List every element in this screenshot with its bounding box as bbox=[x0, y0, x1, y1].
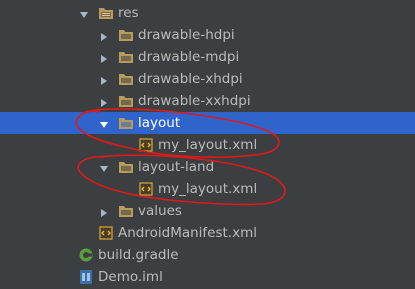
collapsed-arrow-icon[interactable] bbox=[99, 206, 109, 217]
tree-item-label: AndroidManifest.xml bbox=[118, 225, 257, 241]
collapsed-arrow-icon[interactable] bbox=[99, 74, 109, 85]
collapsed-arrow-icon[interactable] bbox=[99, 96, 109, 107]
folder-icon bbox=[118, 115, 134, 131]
tree-item-my-layout-xml[interactable]: my_layout.xml bbox=[0, 178, 415, 200]
tree-item-label: drawable-mdpi bbox=[138, 49, 240, 65]
folder-icon bbox=[118, 27, 134, 43]
folder-icon bbox=[118, 93, 134, 109]
tree-item-label: Demo.iml bbox=[98, 269, 163, 285]
tree-item-res[interactable]: res bbox=[0, 2, 415, 24]
collapsed-arrow-icon[interactable] bbox=[99, 52, 109, 63]
tree-item-androidmanifest-xml[interactable]: AndroidManifest.xml bbox=[0, 222, 415, 244]
tree-item-label: values bbox=[138, 203, 182, 219]
tree-item-values[interactable]: values bbox=[0, 200, 415, 222]
manifest-file-icon bbox=[98, 225, 114, 241]
tree-item-build-gradle[interactable]: build.gradle bbox=[0, 244, 415, 266]
tree-item-drawable-hdpi[interactable]: drawable-hdpi bbox=[0, 24, 415, 46]
tree-item-label: layout bbox=[138, 115, 181, 131]
collapsed-arrow-icon[interactable] bbox=[99, 30, 109, 41]
folder-icon bbox=[118, 159, 134, 175]
folder-res-icon bbox=[98, 5, 114, 21]
tree-item-label: layout-land bbox=[138, 159, 215, 175]
folder-icon bbox=[118, 203, 134, 219]
folder-icon bbox=[118, 71, 134, 87]
tree-item-label: my_layout.xml bbox=[158, 137, 258, 153]
tree-item-label: drawable-hdpi bbox=[138, 27, 235, 43]
tree-item-drawable-mdpi[interactable]: drawable-mdpi bbox=[0, 46, 415, 68]
expanded-arrow-icon[interactable] bbox=[79, 8, 89, 18]
project-tree: res drawable-hdpi drawable-mdpi drawable-xh… bbox=[0, 0, 415, 285]
tree-item-label: my_layout.xml bbox=[158, 181, 258, 197]
folder-icon bbox=[118, 49, 134, 65]
tree-item-label: build.gradle bbox=[98, 247, 179, 263]
tree-item-drawable-xxhdpi[interactable]: drawable-xxhdpi bbox=[0, 90, 415, 112]
gradle-file-icon bbox=[78, 247, 94, 263]
tree-item-label: drawable-xhdpi bbox=[138, 71, 243, 87]
tree-item-label: drawable-xxhdpi bbox=[138, 93, 251, 109]
tree-item-drawable-xhdpi[interactable]: drawable-xhdpi bbox=[0, 68, 415, 90]
expanded-arrow-icon[interactable] bbox=[99, 162, 109, 172]
expanded-arrow-icon[interactable] bbox=[99, 118, 109, 128]
xml-file-icon bbox=[138, 181, 154, 197]
tree-item-layout[interactable]: layout bbox=[0, 112, 415, 134]
tree-item-label: res bbox=[118, 5, 139, 21]
tree-item-my-layout-xml[interactable]: my_layout.xml bbox=[0, 134, 415, 156]
xml-file-icon bbox=[138, 137, 154, 153]
iml-file-icon bbox=[78, 269, 94, 285]
tree-item-layout-land[interactable]: layout-land bbox=[0, 156, 415, 178]
